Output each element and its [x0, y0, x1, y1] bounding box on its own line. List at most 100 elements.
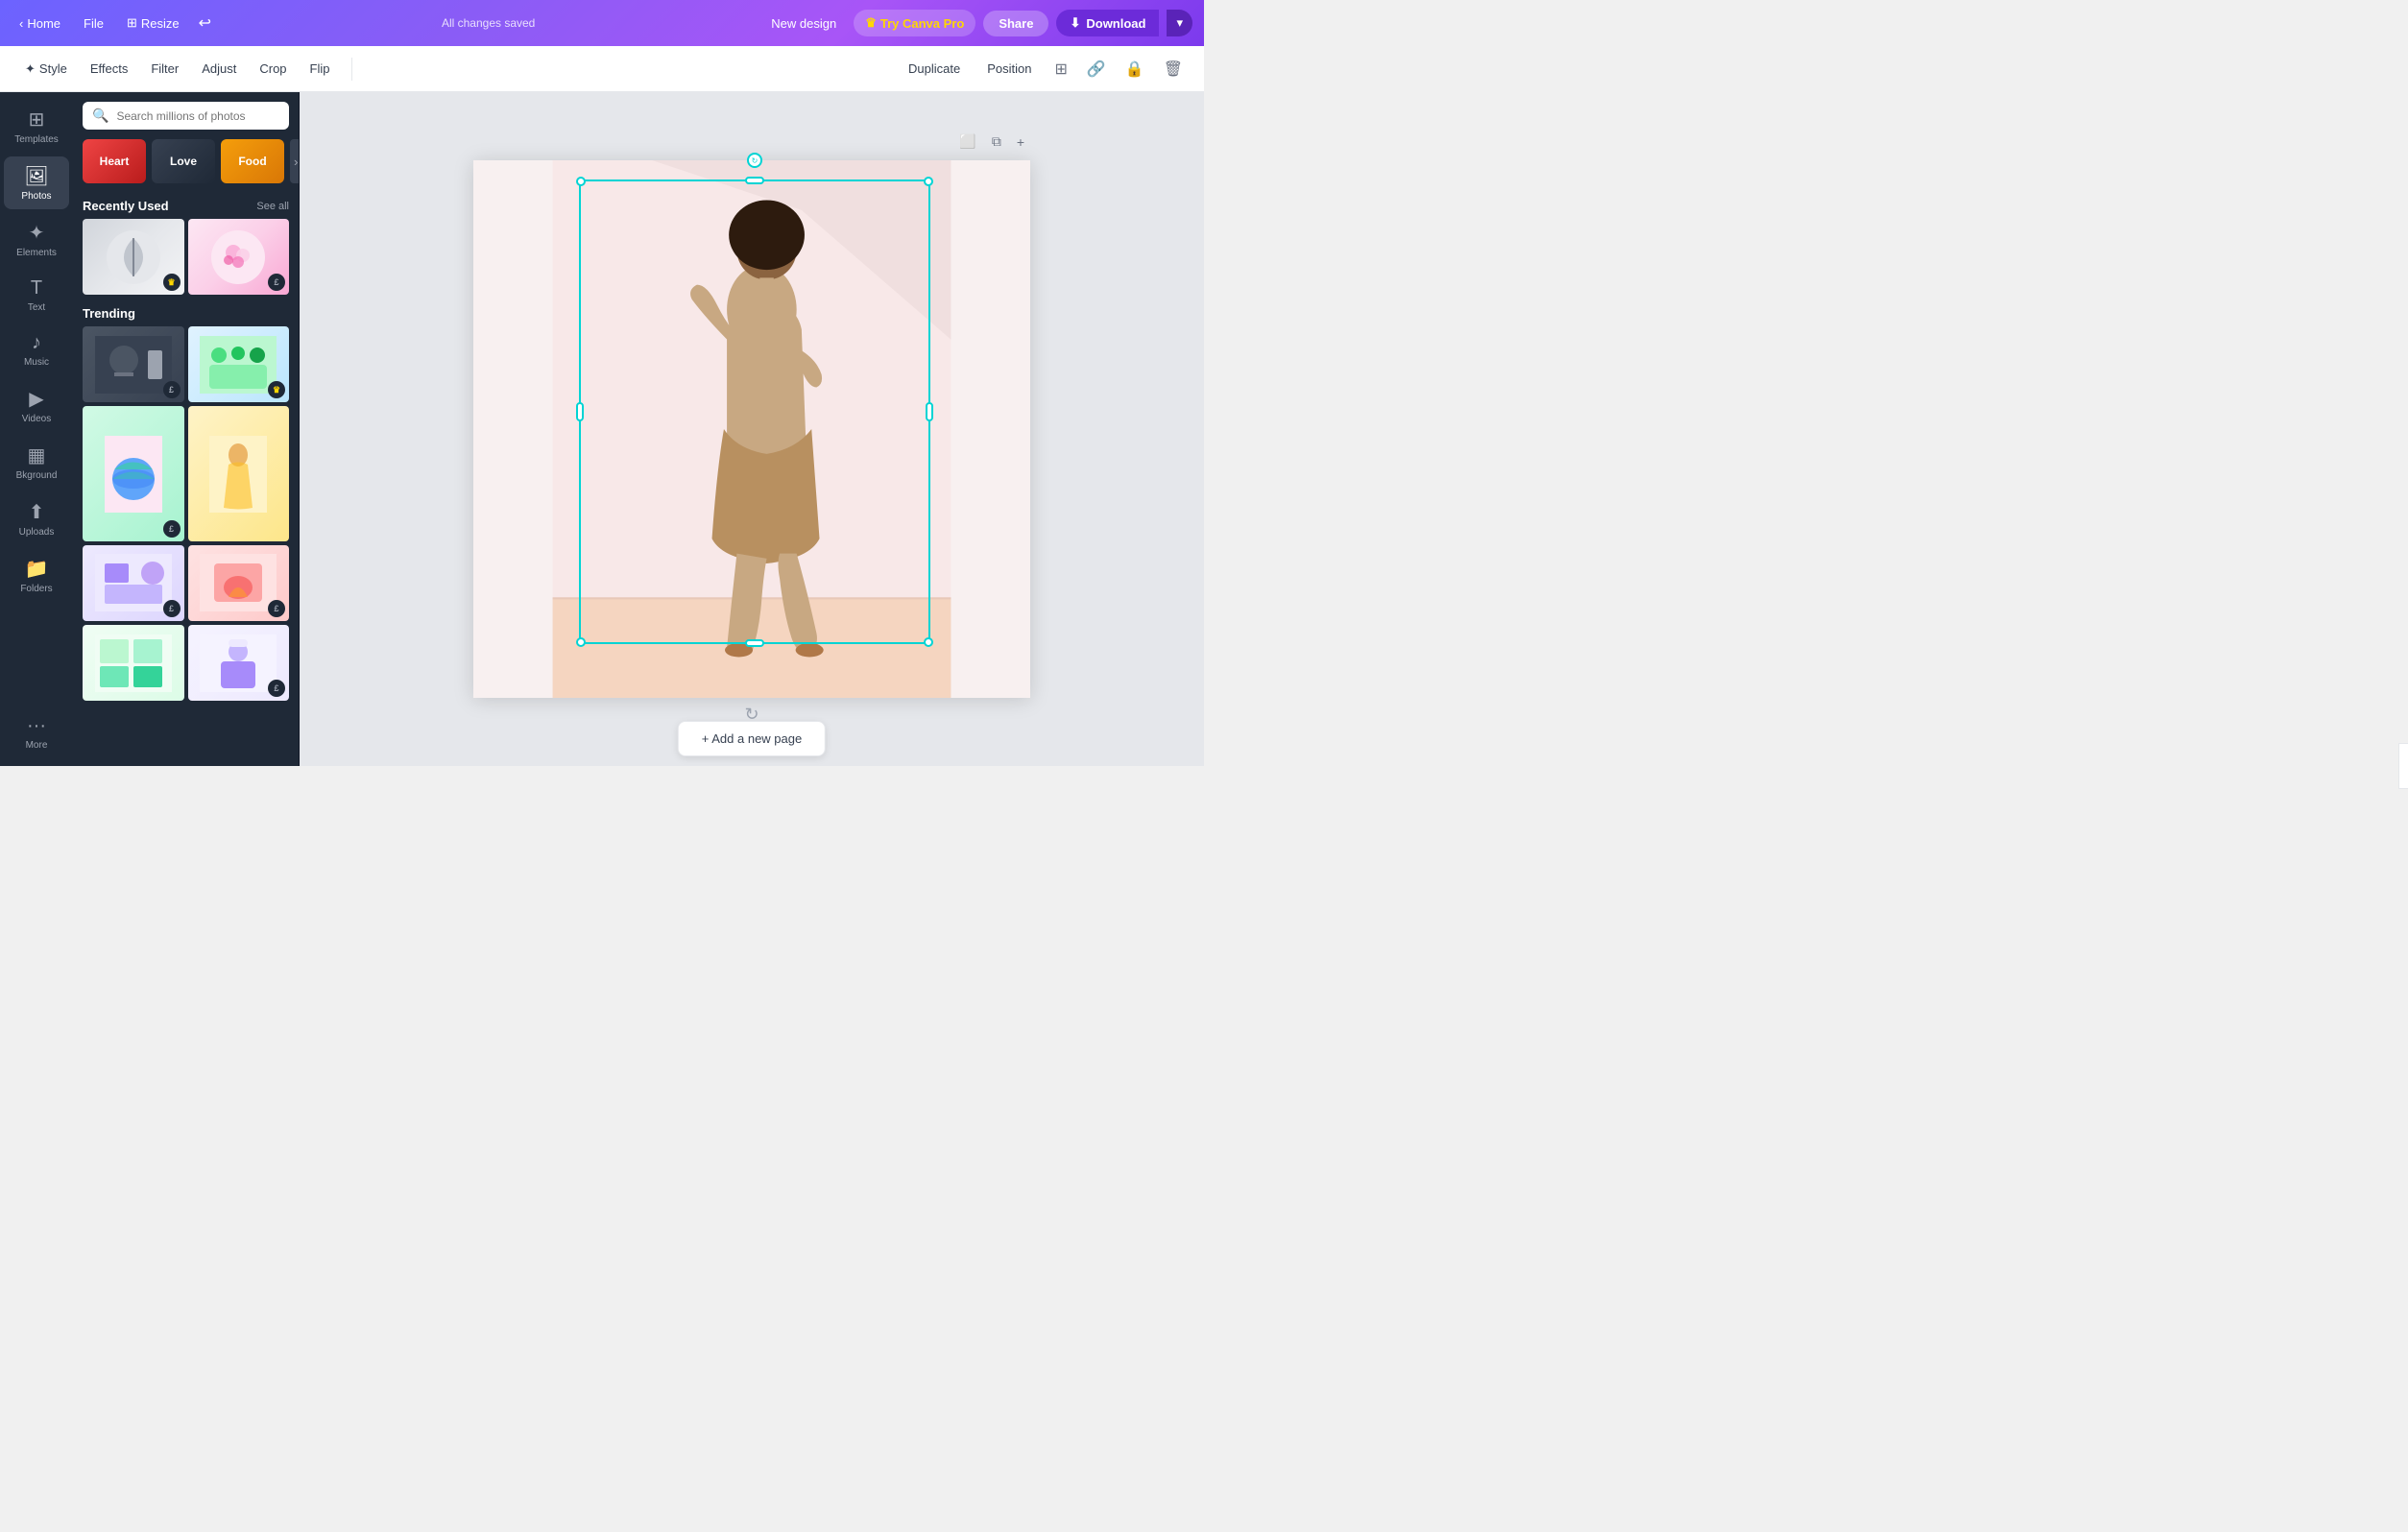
search-icon: 🔍: [92, 108, 108, 124]
style-icon: ✦: [25, 61, 36, 77]
category-scroll-right[interactable]: ›: [290, 139, 299, 183]
pro-badge-2: £: [268, 274, 285, 291]
download-button[interactable]: ⬇ Download: [1056, 10, 1159, 36]
sidebar-item-music[interactable]: ♪ Music: [4, 324, 69, 375]
search-input[interactable]: [116, 109, 279, 123]
trending-photo-5[interactable]: £: [83, 545, 184, 621]
cooking-image: [95, 336, 172, 394]
crop-button[interactable]: Crop: [250, 56, 296, 82]
canvas-copy-frame-button[interactable]: ⬜: [953, 130, 981, 154]
toolbar-sep: [351, 58, 352, 81]
canvas-duplicate-button[interactable]: ⧉: [986, 130, 1007, 154]
undo-button[interactable]: ↩: [195, 10, 215, 36]
main-layout: ⊞ Templates 🖼 Photos ✦ Elements T Text ♪…: [0, 92, 1204, 766]
trending-title: Trending: [83, 306, 135, 321]
trending-grid-3: £ £: [83, 545, 289, 621]
sidebar-item-text[interactable]: T Text: [4, 270, 69, 321]
category-heart[interactable]: Heart: [83, 139, 146, 183]
templates-icon: ⊞: [29, 108, 45, 132]
free-badge-2: £: [163, 520, 181, 538]
file-button[interactable]: File: [76, 12, 111, 35]
trending-photo-3[interactable]: £: [83, 406, 184, 541]
recent-photo-1[interactable]: ♛: [83, 219, 184, 295]
recent-photo-2[interactable]: £: [188, 219, 290, 295]
search-box: 🔍: [83, 102, 289, 130]
toolbar-right: Duplicate Position ⊞ 🔗 🔒 🗑: [899, 54, 1189, 84]
flip-button[interactable]: Flip: [301, 56, 340, 82]
trending-photo-2[interactable]: ♛: [188, 326, 290, 402]
more-icon: ···: [27, 715, 46, 737]
trending-photo-8[interactable]: £: [188, 625, 290, 701]
grid-icon-button[interactable]: ⊞: [1048, 54, 1072, 84]
lock-icon-button[interactable]: 🔒: [1120, 54, 1150, 84]
videos-icon: ▶: [29, 387, 43, 411]
try-pro-button[interactable]: ♛ Try Canva Pro: [854, 10, 975, 36]
icon-sidebar: ⊞ Templates 🖼 Photos ✦ Elements T Text ♪…: [0, 92, 73, 766]
trending-photo-4[interactable]: [188, 406, 290, 541]
canvas-page: ↻: [473, 160, 1030, 698]
category-chips: Heart Love Food ›: [73, 135, 299, 191]
resize-button[interactable]: ⊞ Resize: [119, 12, 187, 35]
style-button[interactable]: ✦ Style: [15, 56, 77, 83]
sidebar-item-elements[interactable]: ✦ Elements: [4, 213, 69, 266]
navbar: ‹ Home File ⊞ Resize ↩ All changes saved…: [0, 0, 1204, 46]
canvas-add-button[interactable]: +: [1011, 130, 1030, 154]
sidebar-item-folders[interactable]: 📁 Folders: [4, 549, 69, 602]
kitchen-image: [95, 554, 172, 611]
free-badge-3: £: [163, 600, 181, 617]
search-container: 🔍: [73, 92, 299, 135]
trending-header: Trending: [83, 299, 289, 326]
text-icon: T: [31, 277, 42, 299]
filter-button[interactable]: Filter: [141, 56, 188, 82]
save-status: All changes saved: [223, 16, 754, 30]
position-button[interactable]: Position: [977, 56, 1041, 82]
folders-icon: 📁: [25, 557, 49, 581]
trending-photo-6[interactable]: £: [188, 545, 290, 621]
duplicate-button[interactable]: Duplicate: [899, 56, 970, 82]
canvas-area: ⬜ ⧉ +: [300, 92, 1204, 766]
panel-scroll: Recently Used See all ♛: [73, 191, 299, 766]
music-icon: ♪: [32, 332, 41, 354]
recently-used-title: Recently Used: [83, 199, 169, 213]
download-chevron-button[interactable]: ▾: [1167, 10, 1192, 36]
category-love[interactable]: Love: [152, 139, 215, 183]
see-all-button[interactable]: See all: [256, 201, 289, 212]
sidebar-item-background[interactable]: ▦ Bkground: [4, 436, 69, 489]
new-design-button[interactable]: New design: [761, 12, 846, 35]
trending-grid-2: £: [83, 406, 289, 541]
adjust-button[interactable]: Adjust: [192, 56, 246, 82]
trending-photo-7[interactable]: [83, 625, 184, 701]
delete-icon-button[interactable]: 🗑: [1158, 54, 1189, 84]
resize-label: Resize: [141, 16, 180, 31]
file-label: File: [84, 16, 104, 31]
woman-figure-svg: [473, 160, 1030, 698]
chevron-down-icon: ▾: [1176, 15, 1183, 30]
effects-button[interactable]: Effects: [81, 56, 138, 82]
globe-image: [105, 436, 162, 513]
sidebar-item-uploads[interactable]: ⬆ Uploads: [4, 492, 69, 545]
woman-back-image: [209, 436, 267, 513]
free-badge-4: £: [268, 600, 285, 617]
category-food[interactable]: Food: [221, 139, 284, 183]
photos-icon: 🖼: [24, 164, 48, 188]
share-button[interactable]: Share: [983, 11, 1048, 36]
home-button[interactable]: ‹ Home: [12, 12, 68, 35]
canvas-content: [473, 160, 1030, 698]
fireplace-image: [200, 554, 277, 611]
add-page-button[interactable]: + Add a new page: [678, 721, 826, 756]
link-icon-button[interactable]: 🔗: [1081, 54, 1112, 84]
sidebar-item-videos[interactable]: ▶ Videos: [4, 379, 69, 432]
chevron-left-icon: ‹: [19, 16, 23, 31]
nav-right: New design ♛ Try Canva Pro Share ⬇ Downl…: [761, 10, 1192, 36]
sidebar-item-more[interactable]: ··· More: [4, 707, 69, 758]
canvas-top-icons: ⬜ ⧉ +: [953, 130, 1030, 154]
elements-icon: ✦: [29, 221, 45, 245]
recently-used-grid: ♛ £: [83, 219, 289, 295]
sidebar-item-photos[interactable]: 🖼 Photos: [4, 156, 69, 209]
trending-photo-1[interactable]: £: [83, 326, 184, 402]
background-icon: ▦: [28, 443, 46, 467]
sidebar-item-templates[interactable]: ⊞ Templates: [4, 100, 69, 153]
canvas-wrapper: ⬜ ⧉ +: [473, 160, 1030, 698]
photos-panel: 🔍 Heart Love Food › Recently Used See al…: [73, 92, 300, 766]
pro-badge-1: ♛: [163, 274, 181, 291]
